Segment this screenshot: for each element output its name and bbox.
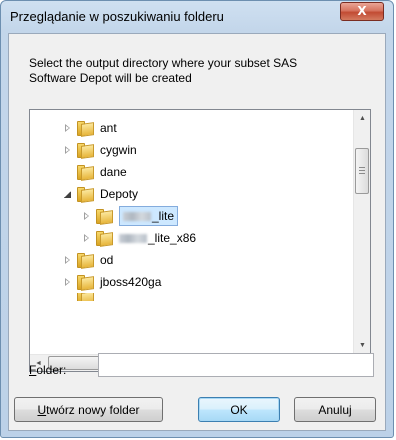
browse-folder-dialog: Przeglądanie w poszukiwaniu folderu X Se… [0, 0, 394, 438]
collapse-arrow-icon[interactable] [63, 189, 73, 199]
description-line-1: Select the output directory where your s… [29, 56, 298, 70]
title-bar[interactable]: Przeglądanie w poszukiwaniu folderu X [1, 1, 393, 33]
folder-icon [77, 120, 94, 137]
tree-item-label: Depoty [100, 187, 139, 201]
tree-item-jboss420ga[interactable]: jboss420ga [63, 271, 161, 293]
tree-item-depoty[interactable]: Depoty [63, 183, 138, 205]
expand-arrow-icon[interactable] [63, 255, 73, 265]
new-folder-button[interactable]: Utwórz nowy folder [14, 397, 163, 422]
tree-item-ant[interactable]: ant [63, 117, 117, 139]
tree-item-label: od [100, 253, 114, 267]
tree-item-partial [63, 293, 100, 301]
scroll-down-button[interactable]: ▼ [355, 338, 370, 353]
folder-icon [96, 230, 113, 247]
tree-item-od[interactable]: od [63, 249, 113, 271]
arrow-down-icon: ▼ [359, 342, 366, 349]
folder-field[interactable] [98, 353, 374, 377]
folder-icon [96, 208, 113, 225]
dialog-description: Select the output directory where your s… [29, 56, 369, 86]
tree-item-label: jboss420ga [100, 275, 162, 289]
ok-button[interactable]: OK [198, 397, 280, 422]
tree-item-lite[interactable]: _lite [82, 205, 179, 227]
redacted-text [123, 212, 151, 222]
folder-field-label: Folder: [29, 363, 67, 377]
description-line-2: Software Depot will be created [29, 71, 192, 85]
tree-item-label: cygwin [100, 143, 137, 157]
close-icon: X [357, 4, 367, 18]
expand-arrow-icon[interactable] [63, 277, 73, 287]
tree-item-label: _lite_x86 [119, 228, 196, 248]
tree-item-cygwin[interactable]: cygwin [63, 139, 137, 161]
expand-arrow-icon[interactable] [63, 145, 73, 155]
tree-item-dane[interactable]: dane [63, 161, 127, 183]
close-button[interactable]: X [340, 2, 384, 21]
tree-item-label: ant [100, 121, 117, 135]
folder-icon [77, 274, 94, 291]
folder-icon [77, 164, 94, 181]
expand-arrow-icon[interactable] [63, 123, 73, 133]
vertical-scrollbar[interactable]: ▲ ▼ [353, 110, 370, 354]
folder-open-icon [77, 186, 94, 203]
folder-tree-items: ant cygwin dane Depoty _lite _lite_x86 o… [30, 110, 353, 354]
dialog-title: Przeglądanie w poszukiwaniu folderu [10, 9, 224, 24]
folder-tree[interactable]: ant cygwin dane Depoty _lite _lite_x86 o… [29, 109, 371, 372]
expand-arrow-icon[interactable] [82, 211, 92, 221]
cancel-button[interactable]: Anuluj [294, 397, 376, 422]
tree-item-lite-x86[interactable]: _lite_x86 [82, 227, 196, 249]
arrow-up-icon: ▲ [359, 115, 366, 122]
scroll-up-button[interactable]: ▲ [355, 111, 370, 126]
folder-icon [77, 293, 94, 301]
tree-item-label: dane [100, 165, 127, 179]
dialog-body: Select the output directory where your s… [8, 33, 386, 431]
redacted-text [119, 234, 147, 244]
expand-arrow-icon[interactable] [82, 233, 92, 243]
vertical-scroll-thumb[interactable] [355, 148, 369, 194]
tree-item-label: _lite [119, 206, 179, 226]
folder-icon [77, 142, 94, 159]
folder-icon [77, 252, 94, 269]
